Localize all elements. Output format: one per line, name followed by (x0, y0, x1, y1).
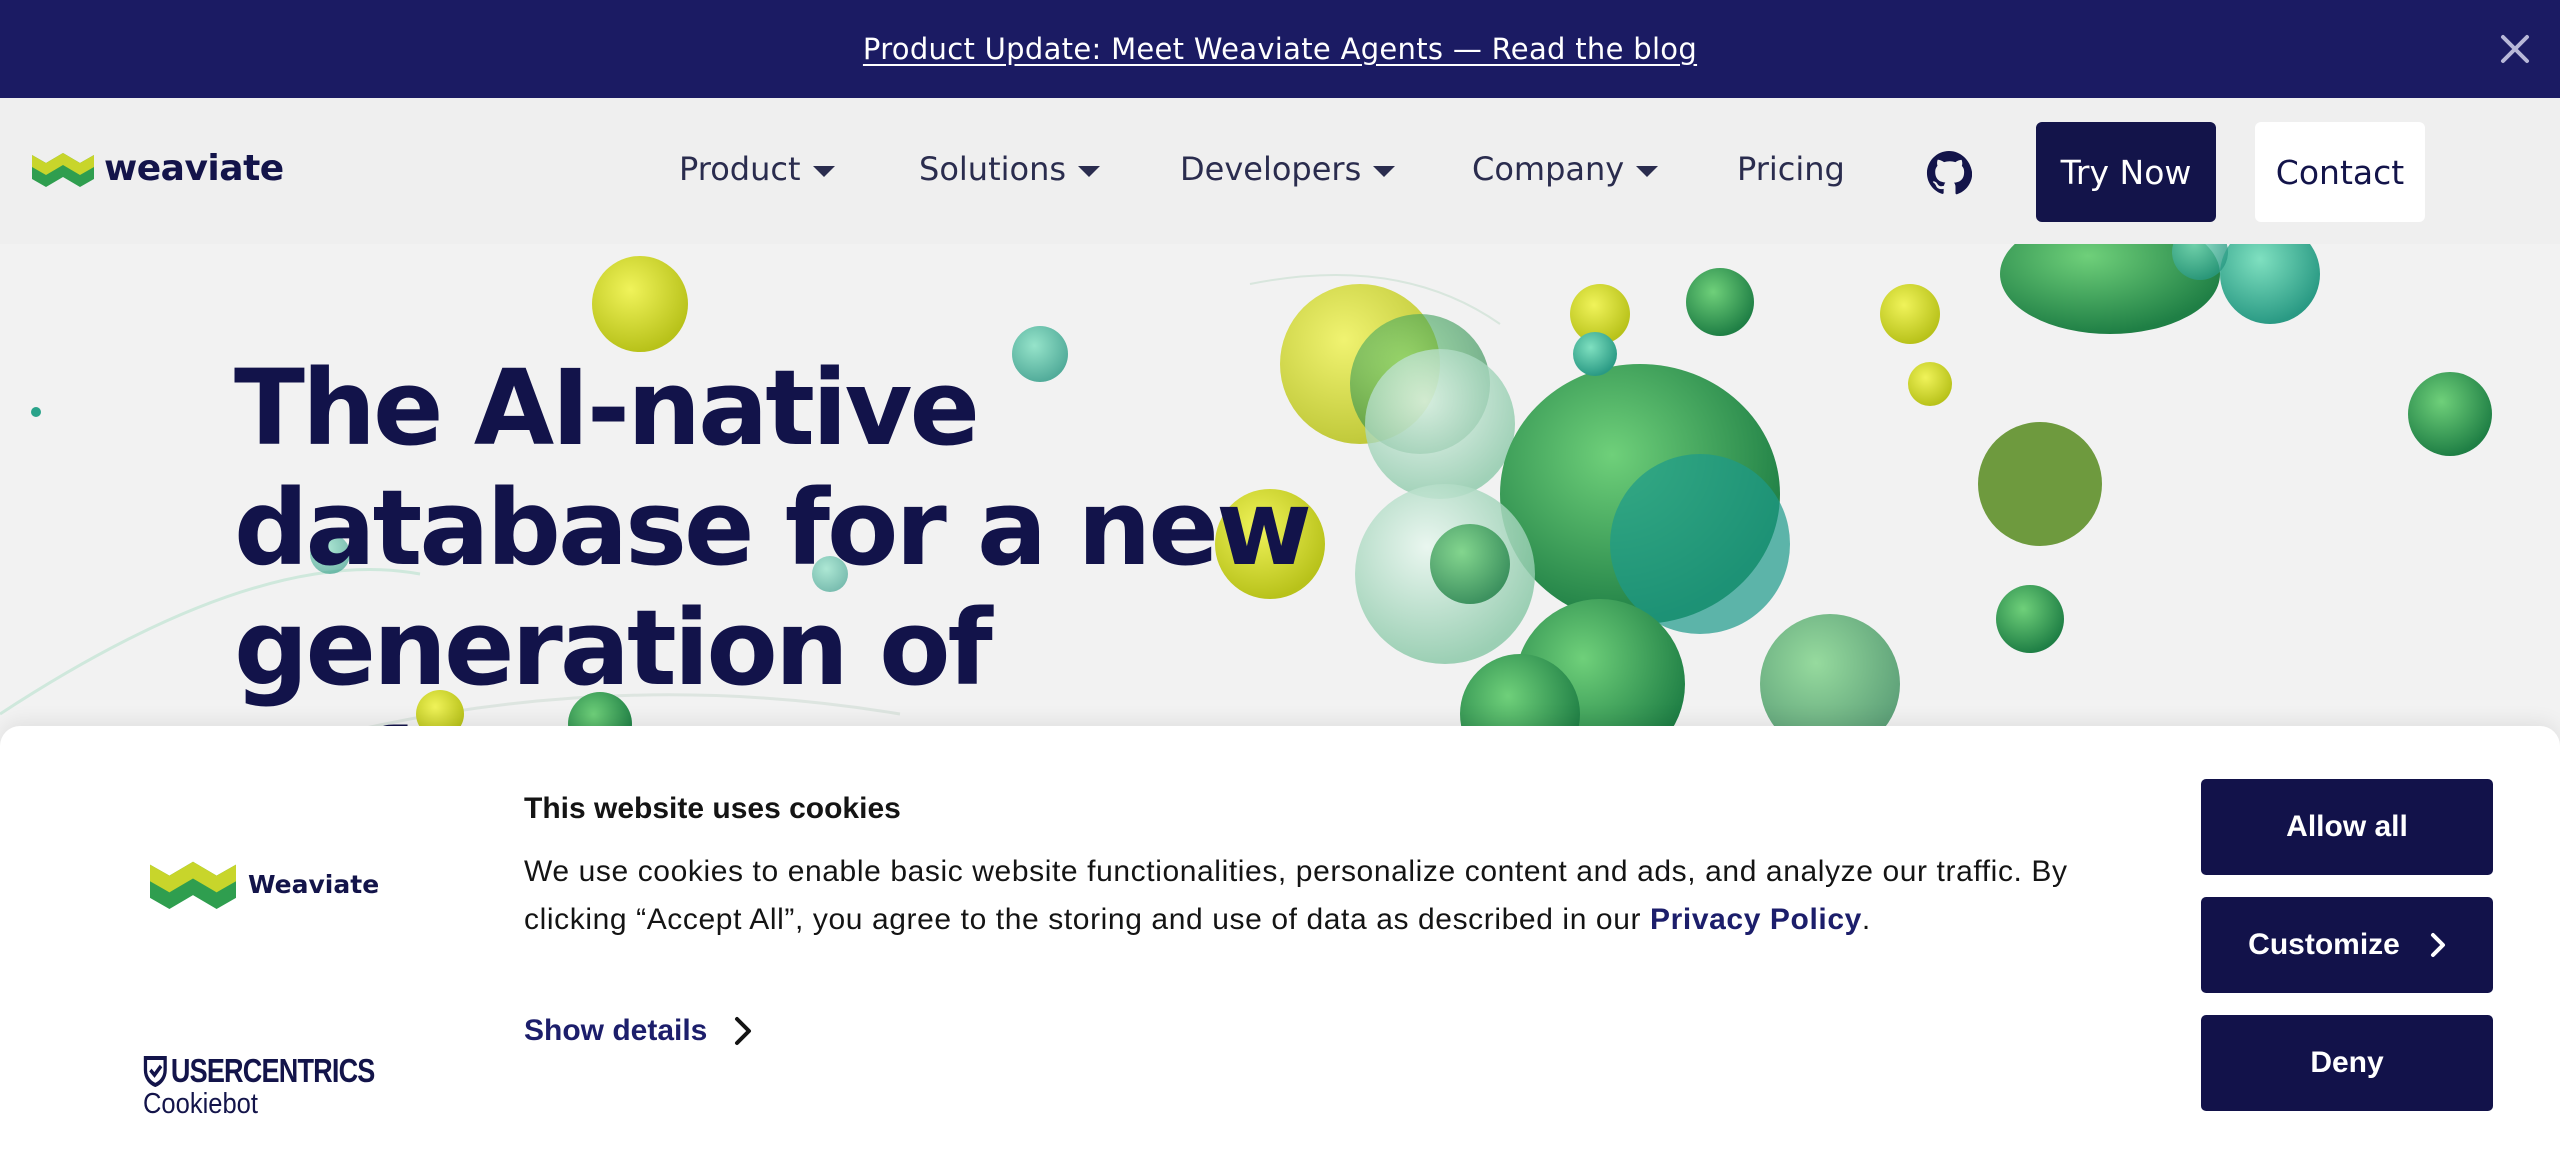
nav-item-company[interactable]: Company (1472, 150, 1659, 188)
brand-name: weaviate (104, 148, 284, 189)
cookie-banner: Weaviate USERCENTRICS Cookiebot This web… (0, 726, 2560, 1162)
hero-title: The AI-native database for a new generat… (234, 347, 1312, 744)
chevron-right-icon (735, 1017, 752, 1045)
cookie-description-end: . (1861, 903, 1871, 936)
caret-down-icon (1636, 165, 1659, 177)
show-details-label: Show details (524, 1014, 708, 1047)
show-details-button[interactable]: Show details (524, 1014, 753, 1048)
cookie-title: This website uses cookies (524, 792, 901, 825)
hero-section: The AI-native database for a new generat… (0, 244, 2560, 744)
allow-all-button[interactable]: Allow all (2201, 779, 2493, 875)
main-nav: weaviate Product Solutions Developers Co… (0, 98, 2560, 244)
close-icon[interactable] (2492, 26, 2538, 72)
privacy-policy-link[interactable]: Privacy Policy (1650, 903, 1862, 936)
nav-item-pricing[interactable]: Pricing (1737, 150, 1845, 188)
brand-logo[interactable]: weaviate (32, 148, 284, 189)
customize-label: Customize (2248, 928, 2400, 961)
nav-item-developers[interactable]: Developers (1180, 150, 1396, 188)
nav-item-solutions[interactable]: Solutions (919, 150, 1101, 188)
nav-item-product[interactable]: Product (679, 150, 835, 188)
github-icon[interactable] (1926, 150, 1973, 196)
nav-item-label: Pricing (1737, 150, 1845, 188)
announcement-bar: Product Update: Meet Weaviate Agents — R… (0, 0, 2560, 98)
usercentrics-logo[interactable]: USERCENTRICS Cookiebot (143, 1052, 425, 1121)
nav-item-label: Product (679, 150, 801, 188)
contact-button[interactable]: Contact (2255, 122, 2425, 222)
nav-item-label: Company (1472, 150, 1625, 188)
caret-down-icon (812, 165, 835, 177)
nav-item-label: Solutions (919, 150, 1067, 188)
try-now-button[interactable]: Try Now (2036, 122, 2216, 222)
usercentrics-label: USERCENTRICS (170, 1052, 375, 1089)
weaviate-logo-icon (150, 861, 236, 909)
chevron-right-icon (2430, 933, 2445, 957)
cookie-description: We use cookies to enable basic website f… (524, 848, 2124, 944)
deny-button[interactable]: Deny (2201, 1015, 2493, 1111)
cookie-brand-name: Weaviate (248, 869, 380, 899)
allow-all-label: Allow all (2286, 810, 2408, 843)
caret-down-icon (1373, 165, 1396, 177)
announcement-link[interactable]: Product Update: Meet Weaviate Agents — R… (863, 32, 1697, 66)
nav-item-label: Developers (1180, 150, 1362, 188)
deny-label: Deny (2310, 1046, 2384, 1079)
cookie-brand-logo: Weaviate (150, 856, 379, 912)
caret-down-icon (1078, 165, 1101, 177)
shield-check-icon (143, 1056, 167, 1087)
customize-button[interactable]: Customize (2201, 897, 2493, 993)
cookiebot-label: Cookiebot (143, 1088, 258, 1120)
weaviate-logo-icon (32, 152, 94, 187)
